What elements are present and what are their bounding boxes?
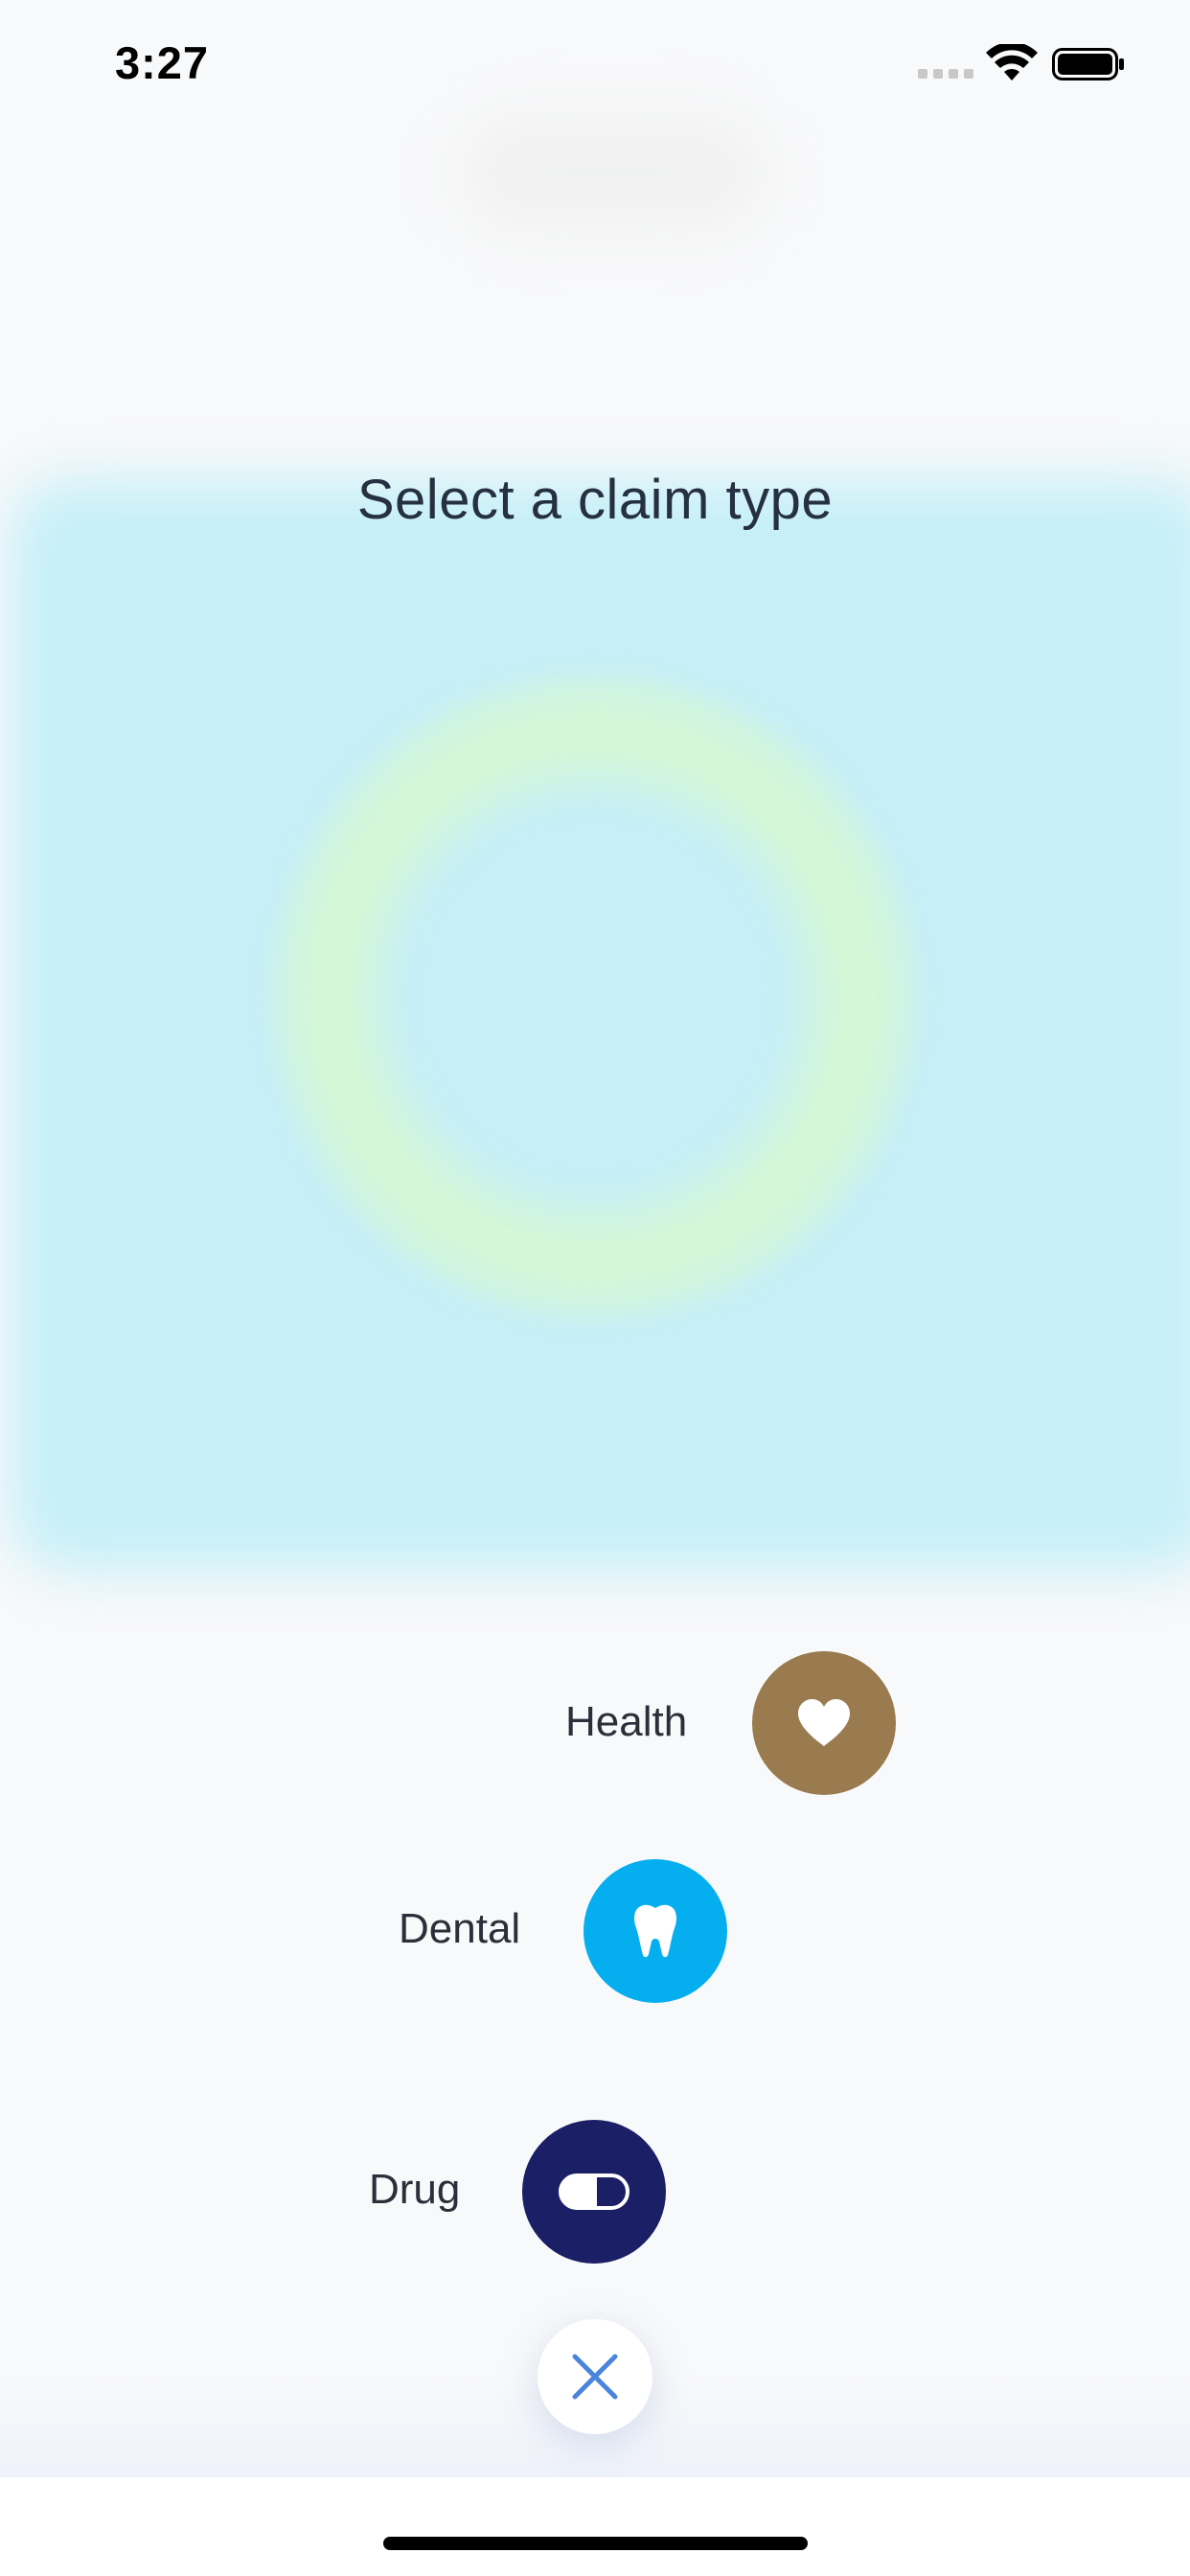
option-label-health[interactable]: Health <box>565 1698 687 1746</box>
dental-claim-button[interactable] <box>584 1859 727 2003</box>
option-label-dental[interactable]: Dental <box>399 1905 520 1953</box>
claim-type-screen: 3:27 Select a claim type Health Dental D… <box>0 0 1190 2576</box>
tooth-icon <box>634 1904 676 1958</box>
battery-icon <box>1052 48 1124 80</box>
home-indicator-area <box>0 2477 1190 2576</box>
wifi-icon <box>986 44 1038 80</box>
option-label-drug[interactable]: Drug <box>369 2166 460 2214</box>
drug-claim-button[interactable] <box>522 2120 666 2264</box>
close-button[interactable] <box>538 2319 652 2434</box>
status-time: 3:27 <box>115 37 210 88</box>
background-blur-ring <box>268 671 920 1322</box>
home-indicator[interactable] <box>383 2537 808 2550</box>
background-blur-top <box>460 115 767 230</box>
heart-icon <box>798 1699 850 1746</box>
close-icon <box>572 2354 618 2400</box>
page-title: Select a claim type <box>356 469 834 531</box>
health-claim-button[interactable] <box>752 1651 896 1795</box>
cellular-signal-icon <box>918 69 973 79</box>
pill-icon <box>559 2174 629 2210</box>
